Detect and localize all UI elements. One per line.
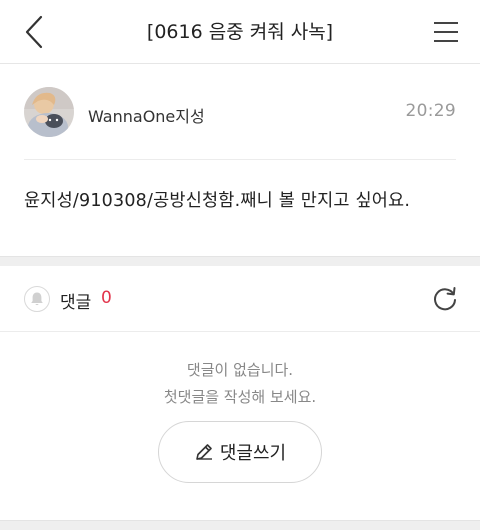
bottom-divider bbox=[0, 520, 480, 530]
back-button[interactable] bbox=[14, 12, 54, 52]
author-row: WannaOne지성 20:29 bbox=[24, 64, 456, 160]
write-comment-label: 댓글쓰기 bbox=[219, 443, 287, 464]
notification-toggle[interactable] bbox=[24, 286, 50, 312]
write-comment-button[interactable]: 댓글쓰기 bbox=[158, 421, 322, 483]
comments-count: 0 bbox=[101, 288, 112, 308]
page-title: [0616 음중 켜줘 사녹] bbox=[146, 21, 334, 43]
comments-label: 댓글 bbox=[60, 293, 92, 313]
author-name[interactable]: WannaOne지성 bbox=[88, 103, 205, 127]
comments-section: 댓글 0 댓글이 없습니다. 첫댓글을 작성해 보세요. 댓글쓰기 bbox=[0, 266, 480, 520]
section-divider bbox=[0, 256, 480, 266]
empty-hint: 첫댓글을 작성해 보세요. bbox=[163, 388, 317, 406]
bell-icon bbox=[31, 292, 43, 306]
post-timestamp: 20:29 bbox=[405, 101, 456, 121]
chevron-left-icon bbox=[25, 15, 43, 49]
top-bar: [0616 음중 켜줘 사녹] bbox=[0, 0, 480, 64]
menu-button[interactable] bbox=[428, 14, 464, 50]
avatar[interactable] bbox=[24, 87, 74, 137]
post-card: WannaOne지성 20:29 윤지성/910308/공방신청함.째니 볼 만… bbox=[0, 64, 480, 256]
comments-header: 댓글 0 bbox=[0, 266, 480, 332]
refresh-button[interactable] bbox=[430, 284, 460, 314]
pencil-icon bbox=[194, 442, 214, 462]
hamburger-menu-icon bbox=[434, 22, 458, 42]
empty-message: 댓글이 없습니다. bbox=[186, 361, 294, 379]
refresh-icon bbox=[434, 287, 456, 311]
post-content: 윤지성/910308/공방신청함.째니 볼 만지고 싶어요. bbox=[24, 191, 411, 211]
